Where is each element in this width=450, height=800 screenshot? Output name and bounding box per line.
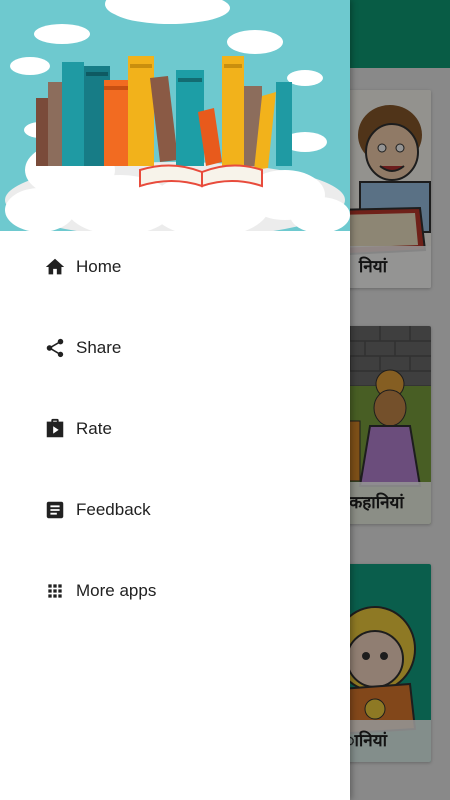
menu-item-label: More apps — [76, 581, 157, 600]
menu-item-label: Feedback — [76, 500, 151, 519]
apps-grid-icon — [43, 579, 67, 603]
books-illustration — [0, 0, 350, 231]
share-icon — [43, 336, 67, 360]
drawer-header — [0, 0, 350, 231]
menu-item-label: Share — [76, 338, 122, 357]
menu-item-rate[interactable]: Rate — [0, 399, 350, 459]
navigation-drawer: Home Share Rate Feedback More apps — [0, 0, 350, 800]
play-store-icon — [43, 417, 67, 441]
menu-item-feedback[interactable]: Feedback — [0, 480, 350, 540]
home-icon — [43, 255, 67, 279]
menu-item-home[interactable]: Home — [0, 237, 350, 297]
menu-item-more-apps[interactable]: More apps — [0, 561, 350, 621]
menu-item-label: Home — [76, 257, 122, 276]
menu-item-label: Rate — [76, 419, 112, 438]
feedback-icon — [43, 498, 67, 522]
menu-item-share[interactable]: Share — [0, 318, 350, 378]
